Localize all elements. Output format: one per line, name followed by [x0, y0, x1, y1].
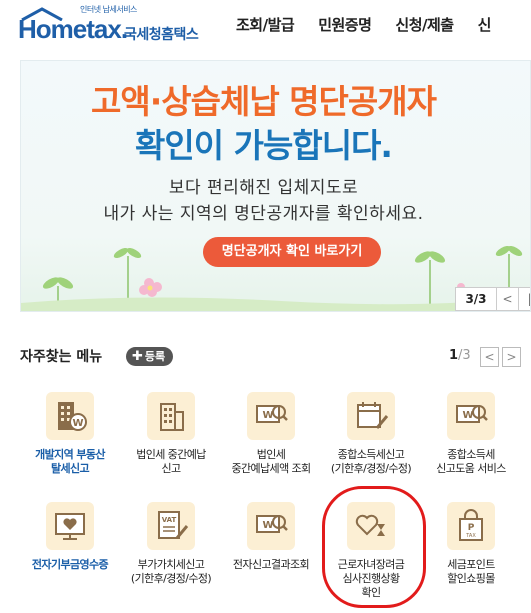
banner-page-count: 3/3	[465, 292, 487, 306]
won-search-icon: W	[247, 392, 295, 440]
nav-item-apply[interactable]: 신청/제출	[395, 14, 454, 35]
tile-real-estate-tax-report[interactable]: W 개발지역 부동산 탈세신고	[20, 392, 120, 476]
tile-donation-receipt[interactable]: 전자기부금영수증	[20, 502, 120, 572]
tile-label: 부가가치세신고 (기한후/경정/수정)	[130, 558, 212, 585]
logo-wordmark: Hometax.	[18, 14, 128, 44]
tile-income-tax-help[interactable]: W 종합소득세 신고도움 서비스	[421, 392, 521, 476]
svg-text:W: W	[262, 520, 273, 531]
plus-icon: ✚	[132, 349, 143, 364]
tile-label: 근로자녀장려금 심사진행상황 확인	[337, 558, 405, 599]
tile-corporate-interim-inquiry[interactable]: W 법인세 중간예납세액 조회	[221, 392, 321, 476]
favorites-add-label: 등록	[144, 350, 166, 363]
tile-label: 전자기부금영수증	[31, 558, 109, 571]
logo-subtitle: 국세청홈택스	[124, 27, 199, 43]
banner-prev-button[interactable]: <	[496, 288, 518, 310]
favorites-next-button[interactable]: >	[502, 347, 521, 367]
main-nav: 조회/발급 민원증명 신청/제출 신	[236, 14, 515, 35]
banner-next-button[interactable]: |	[518, 288, 530, 310]
banner-pager: 3/3 < |	[455, 287, 530, 311]
tile-label: 세금포인트 할인쇼핑몰	[447, 558, 495, 585]
svg-text:W: W	[462, 410, 473, 421]
favorites-title: 자주찾는 메뉴	[20, 349, 103, 365]
tile-e-filing-result[interactable]: W 전자신고결과조회	[221, 502, 321, 572]
favorites-page-indicator: 1/3	[449, 348, 471, 363]
banner-headline-1: 고액·상습체납 명단공개자	[91, 82, 437, 121]
tile-income-tax-report[interactable]: 종합소득세신고 (기한후/경정/수정)	[321, 392, 421, 476]
svg-text:P: P	[468, 523, 475, 533]
promo-banner[interactable]: 고액·상습체납 명단공개자 확인이 가능합니다. 보다 편리해진 입체지도로 내…	[20, 60, 531, 312]
calendar-pen-icon	[347, 392, 395, 440]
tile-label: 법인세 중간예납 신고	[136, 448, 206, 475]
won-search-icon: W	[447, 392, 495, 440]
banner-cta-button[interactable]: 명단공개자 확인 바로가기	[203, 237, 381, 267]
favorites-prev-button[interactable]: <	[480, 347, 499, 367]
tile-label: 종합소득세신고 (기한후/경정/수정)	[330, 448, 412, 475]
svg-text:W: W	[72, 418, 83, 429]
tile-label: 전자신고결과조회	[232, 558, 310, 571]
heart-hourglass-icon	[347, 502, 395, 550]
banner-headline-2: 확인이 가능합니다.	[135, 126, 393, 165]
banner-subtext-1: 보다 편리해진 입체지도로	[168, 178, 359, 198]
svg-text:VAT: VAT	[162, 516, 177, 524]
nav-item-more[interactable]: 신	[478, 14, 492, 35]
building-icon	[147, 392, 195, 440]
svg-text:W: W	[262, 410, 273, 421]
favorites-page-current: 1	[449, 348, 459, 363]
tile-work-child-incentive-status[interactable]: 근로자녀장려금 심사진행상황 확인	[321, 502, 421, 600]
won-search-icon: W	[247, 502, 295, 550]
shopping-bag-icon: P TAX	[447, 502, 495, 550]
tile-label: 종합소득세 신고도움 서비스	[436, 448, 506, 475]
banner-subtext-2: 내가 사는 지역의 명단공개자를 확인하세요.	[103, 204, 424, 224]
favorites-add-button[interactable]: ✚ 등록	[126, 347, 174, 366]
favorites-page-total: /3	[458, 348, 471, 363]
nav-item-certificates[interactable]: 민원증명	[318, 14, 372, 35]
monitor-heart-icon	[46, 502, 94, 550]
tile-tax-point-mall[interactable]: P TAX 세금포인트 할인쇼핑몰	[421, 502, 521, 586]
tile-label: 개발지역 부동산 탈세신고	[35, 448, 105, 475]
tile-label: 법인세 중간예납세액 조회	[231, 448, 311, 475]
vat-document-icon: VAT	[147, 502, 195, 550]
header: 인터넷 납세서비스 Hometax. 국세청홈택스 조회/발급 민원증명 신청/…	[0, 0, 531, 50]
building-w-icon: W	[46, 392, 94, 440]
nav-item-inquiry[interactable]: 조회/발급	[236, 14, 295, 35]
tile-vat-report[interactable]: VAT 부가가치세신고 (기한후/경정/수정)	[121, 502, 221, 586]
hometax-logo[interactable]: 인터넷 납세서비스 Hometax. 국세청홈택스	[18, 4, 218, 46]
svg-text:TAX: TAX	[465, 533, 476, 539]
tile-corporate-interim-tax[interactable]: 법인세 중간예납 신고	[121, 392, 221, 476]
